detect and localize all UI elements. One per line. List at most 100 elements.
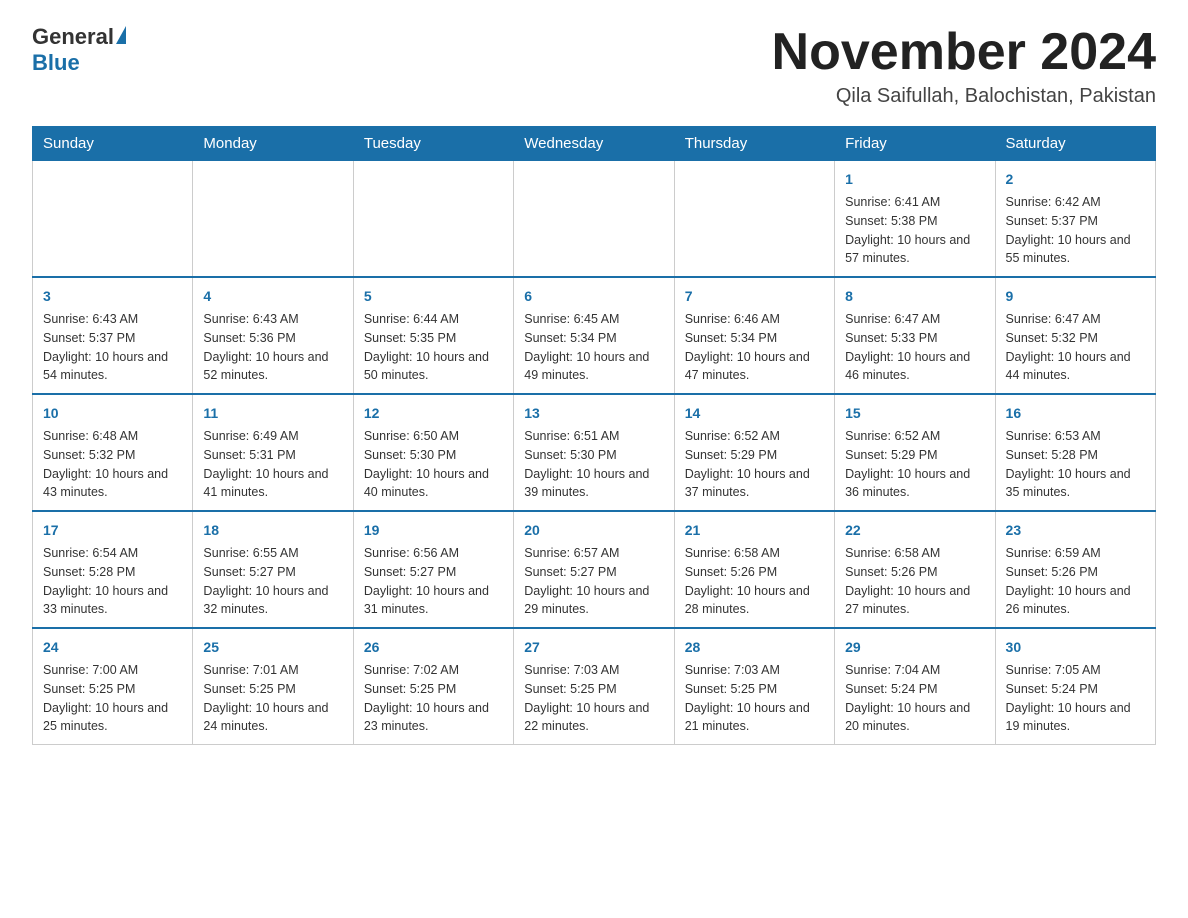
day-info-line: Sunset: 5:25 PM xyxy=(524,680,663,699)
day-number: 19 xyxy=(364,520,503,541)
day-info-line: Sunrise: 6:41 AM xyxy=(845,193,984,212)
day-info-line: Daylight: 10 hours and 43 minutes. xyxy=(43,465,182,503)
day-info-line: Sunset: 5:24 PM xyxy=(845,680,984,699)
day-info-line: Sunset: 5:34 PM xyxy=(685,329,824,348)
day-info-line: Sunset: 5:37 PM xyxy=(1006,212,1145,231)
day-info-line: Sunset: 5:31 PM xyxy=(203,446,342,465)
day-info-line: Sunrise: 6:59 AM xyxy=(1006,544,1145,563)
day-number: 24 xyxy=(43,637,182,658)
day-info-line: Sunset: 5:25 PM xyxy=(364,680,503,699)
calendar-cell: 8Sunrise: 6:47 AMSunset: 5:33 PMDaylight… xyxy=(835,277,995,394)
calendar-cell: 18Sunrise: 6:55 AMSunset: 5:27 PMDayligh… xyxy=(193,511,353,628)
day-info-line: Sunset: 5:24 PM xyxy=(1006,680,1145,699)
day-number: 29 xyxy=(845,637,984,658)
day-info-line: Sunrise: 6:48 AM xyxy=(43,427,182,446)
day-number: 11 xyxy=(203,403,342,424)
day-info-line: Daylight: 10 hours and 39 minutes. xyxy=(524,465,663,503)
day-number: 12 xyxy=(364,403,503,424)
calendar-cell: 30Sunrise: 7:05 AMSunset: 5:24 PMDayligh… xyxy=(995,628,1155,745)
calendar-cell: 13Sunrise: 6:51 AMSunset: 5:30 PMDayligh… xyxy=(514,394,674,511)
day-info-line: Sunrise: 6:52 AM xyxy=(685,427,824,446)
calendar-cell: 15Sunrise: 6:52 AMSunset: 5:29 PMDayligh… xyxy=(835,394,995,511)
day-info-line: Sunset: 5:34 PM xyxy=(524,329,663,348)
day-info-line: Sunset: 5:27 PM xyxy=(524,563,663,582)
day-info-line: Daylight: 10 hours and 33 minutes. xyxy=(43,582,182,620)
day-info-line: Sunset: 5:33 PM xyxy=(845,329,984,348)
calendar-cell: 5Sunrise: 6:44 AMSunset: 5:35 PMDaylight… xyxy=(353,277,513,394)
day-info-line: Sunrise: 6:52 AM xyxy=(845,427,984,446)
day-number: 22 xyxy=(845,520,984,541)
calendar-header-row: SundayMondayTuesdayWednesdayThursdayFrid… xyxy=(33,127,1156,161)
day-info-line: Sunrise: 6:42 AM xyxy=(1006,193,1145,212)
day-info-line: Daylight: 10 hours and 27 minutes. xyxy=(845,582,984,620)
day-info-line: Sunset: 5:29 PM xyxy=(685,446,824,465)
day-info-line: Sunrise: 6:44 AM xyxy=(364,310,503,329)
day-number: 7 xyxy=(685,286,824,307)
title-block: November 2024 Qila Saifullah, Balochista… xyxy=(772,24,1156,108)
calendar-table: SundayMondayTuesdayWednesdayThursdayFrid… xyxy=(32,126,1156,745)
day-info-line: Sunrise: 6:51 AM xyxy=(524,427,663,446)
col-header-friday: Friday xyxy=(835,127,995,161)
day-info-line: Sunset: 5:29 PM xyxy=(845,446,984,465)
logo: General Blue xyxy=(32,24,128,76)
col-header-wednesday: Wednesday xyxy=(514,127,674,161)
calendar-week-row: 1Sunrise: 6:41 AMSunset: 5:38 PMDaylight… xyxy=(33,161,1156,278)
calendar-cell: 22 Sunrise: 6:58 AMSunset: 5:26 PMDayligh… xyxy=(835,511,995,628)
page-header: General Blue November 2024 Qila Saifulla… xyxy=(32,24,1156,108)
day-number: 1 xyxy=(845,169,984,190)
day-number: 18 xyxy=(203,520,342,541)
day-info-line: Daylight: 10 hours and 54 minutes. xyxy=(43,348,182,386)
day-info-line: Daylight: 10 hours and 50 minutes. xyxy=(364,348,503,386)
day-info-line: Sunset: 5:28 PM xyxy=(1006,446,1145,465)
day-info-line: Sunrise: 6:54 AM xyxy=(43,544,182,563)
calendar-cell xyxy=(674,161,834,278)
calendar-week-row: 17Sunrise: 6:54 AMSunset: 5:28 PMDayligh… xyxy=(33,511,1156,628)
location-title: Qila Saifullah, Balochistan, Pakistan xyxy=(772,85,1156,108)
day-number: 30 xyxy=(1006,637,1145,658)
day-number: 20 xyxy=(524,520,663,541)
day-number: 5 xyxy=(364,286,503,307)
calendar-cell: 24Sunrise: 7:00 AMSunset: 5:25 PMDayligh… xyxy=(33,628,193,745)
day-info-line: Sunrise: 6:55 AM xyxy=(203,544,342,563)
day-info-line: Sunrise: 6:50 AM xyxy=(364,427,503,446)
calendar-cell: 20Sunrise: 6:57 AMSunset: 5:27 PMDayligh… xyxy=(514,511,674,628)
calendar-week-row: 24Sunrise: 7:00 AMSunset: 5:25 PMDayligh… xyxy=(33,628,1156,745)
calendar-cell: 25Sunrise: 7:01 AMSunset: 5:25 PMDayligh… xyxy=(193,628,353,745)
calendar-cell: 1Sunrise: 6:41 AMSunset: 5:38 PMDaylight… xyxy=(835,161,995,278)
day-info-line: Sunrise: 6:43 AM xyxy=(43,310,182,329)
day-info-line: Daylight: 10 hours and 21 minutes. xyxy=(685,699,824,737)
calendar-cell xyxy=(514,161,674,278)
day-info-line: Sunrise: 6:58 AM xyxy=(845,544,984,563)
day-info-line: Daylight: 10 hours and 46 minutes. xyxy=(845,348,984,386)
day-info-line: Daylight: 10 hours and 55 minutes. xyxy=(1006,231,1145,269)
day-info-line: Daylight: 10 hours and 41 minutes. xyxy=(203,465,342,503)
day-number: 9 xyxy=(1006,286,1145,307)
calendar-cell xyxy=(193,161,353,278)
calendar-cell: 12Sunrise: 6:50 AMSunset: 5:30 PMDayligh… xyxy=(353,394,513,511)
day-info-line: Sunrise: 6:58 AM xyxy=(685,544,824,563)
day-info-line: Sunrise: 6:49 AM xyxy=(203,427,342,446)
col-header-monday: Monday xyxy=(193,127,353,161)
calendar-cell: 11 Sunrise: 6:49 AMSunset: 5:31 PMDayligh… xyxy=(193,394,353,511)
day-number: 28 xyxy=(685,637,824,658)
day-info-line: Sunset: 5:28 PM xyxy=(43,563,182,582)
calendar-cell xyxy=(353,161,513,278)
day-number: 10 xyxy=(43,403,182,424)
calendar-cell: 26Sunrise: 7:02 AMSunset: 5:25 PMDayligh… xyxy=(353,628,513,745)
day-info-line: Daylight: 10 hours and 20 minutes. xyxy=(845,699,984,737)
calendar-cell xyxy=(33,161,193,278)
calendar-cell: 6Sunrise: 6:45 AMSunset: 5:34 PMDaylight… xyxy=(514,277,674,394)
day-info-line: Daylight: 10 hours and 29 minutes. xyxy=(524,582,663,620)
day-info-line: Daylight: 10 hours and 23 minutes. xyxy=(364,699,503,737)
day-info-line: Sunset: 5:25 PM xyxy=(685,680,824,699)
col-header-tuesday: Tuesday xyxy=(353,127,513,161)
day-info-line: Sunset: 5:26 PM xyxy=(1006,563,1145,582)
day-info-line: Daylight: 10 hours and 47 minutes. xyxy=(685,348,824,386)
day-info-line: Sunset: 5:26 PM xyxy=(845,563,984,582)
month-title: November 2024 xyxy=(772,24,1156,81)
day-info-line: Daylight: 10 hours and 35 minutes. xyxy=(1006,465,1145,503)
day-number: 8 xyxy=(845,286,984,307)
day-info-line: Sunset: 5:32 PM xyxy=(1006,329,1145,348)
col-header-saturday: Saturday xyxy=(995,127,1155,161)
calendar-cell: 2Sunrise: 6:42 AMSunset: 5:37 PMDaylight… xyxy=(995,161,1155,278)
